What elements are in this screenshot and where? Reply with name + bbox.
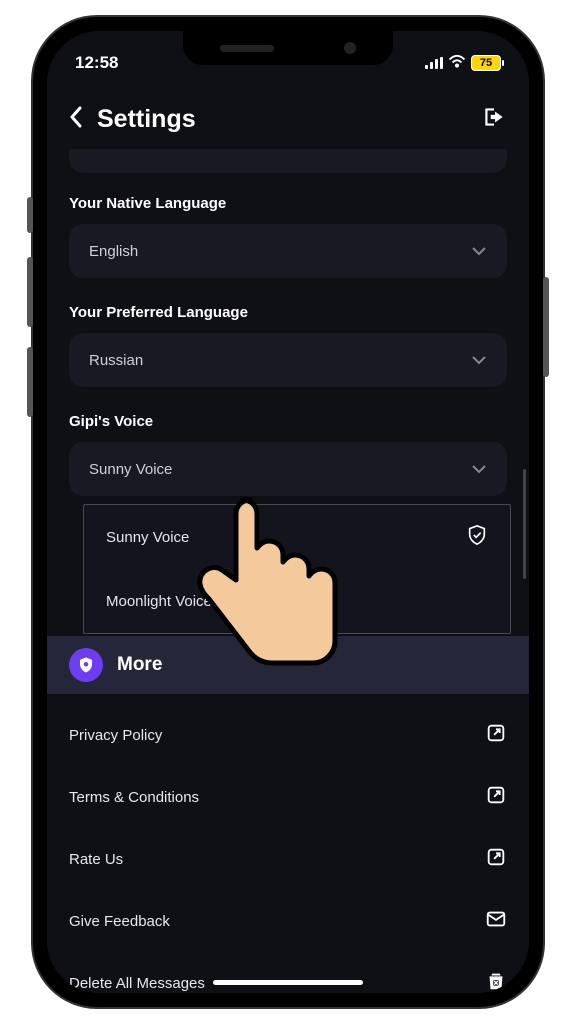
page-title: Settings xyxy=(97,105,481,134)
side-button xyxy=(27,347,33,417)
scrollbar[interactable] xyxy=(523,469,526,579)
preferred-language-value: Russian xyxy=(89,352,143,369)
more-item-rate[interactable]: Rate Us xyxy=(69,828,507,890)
voice-option-label: Sunny Voice xyxy=(106,529,189,546)
more-item-label: Privacy Policy xyxy=(69,727,162,744)
side-button xyxy=(27,257,33,327)
native-language-label: Your Native Language xyxy=(69,195,507,212)
chevron-down-icon xyxy=(471,352,487,369)
more-item-feedback[interactable]: Give Feedback xyxy=(69,890,507,952)
more-item-privacy[interactable]: Privacy Policy xyxy=(69,704,507,766)
preferred-language-label: Your Preferred Language xyxy=(69,304,507,321)
home-indicator[interactable] xyxy=(213,980,363,985)
voice-value: Sunny Voice xyxy=(89,461,172,478)
shield-icon xyxy=(69,648,103,682)
chevron-down-icon xyxy=(471,461,487,478)
hand-cursor-overlay xyxy=(196,488,356,688)
voice-label: Gipi's Voice xyxy=(69,413,507,430)
native-language-value: English xyxy=(89,243,138,260)
more-item-label: Rate Us xyxy=(69,851,123,868)
signal-icon xyxy=(425,57,443,69)
wifi-icon xyxy=(448,53,466,73)
header: Settings xyxy=(47,89,529,149)
shield-check-icon xyxy=(466,524,488,550)
more-heading: More xyxy=(117,654,162,676)
status-time: 12:58 xyxy=(75,53,118,73)
battery-icon: 75 xyxy=(471,55,501,71)
notch xyxy=(183,31,393,65)
side-button xyxy=(543,277,549,377)
previous-card-edge xyxy=(69,149,507,173)
back-button[interactable] xyxy=(69,104,83,135)
logout-button[interactable] xyxy=(481,104,507,135)
chevron-down-icon xyxy=(471,243,487,260)
more-item-label: Delete All Messages xyxy=(69,975,205,992)
preferred-language-select[interactable]: Russian xyxy=(69,333,507,387)
mail-icon xyxy=(485,908,507,934)
more-item-terms[interactable]: Terms & Conditions xyxy=(69,766,507,828)
more-item-label: Terms & Conditions xyxy=(69,789,199,806)
external-link-icon xyxy=(485,722,507,748)
side-button xyxy=(27,197,33,233)
external-link-icon xyxy=(485,846,507,872)
more-item-delete-messages[interactable]: Delete All Messages xyxy=(69,952,507,993)
more-item-label: Give Feedback xyxy=(69,913,170,930)
external-link-icon xyxy=(485,784,507,810)
trash-icon xyxy=(485,970,507,993)
native-language-select[interactable]: English xyxy=(69,224,507,278)
